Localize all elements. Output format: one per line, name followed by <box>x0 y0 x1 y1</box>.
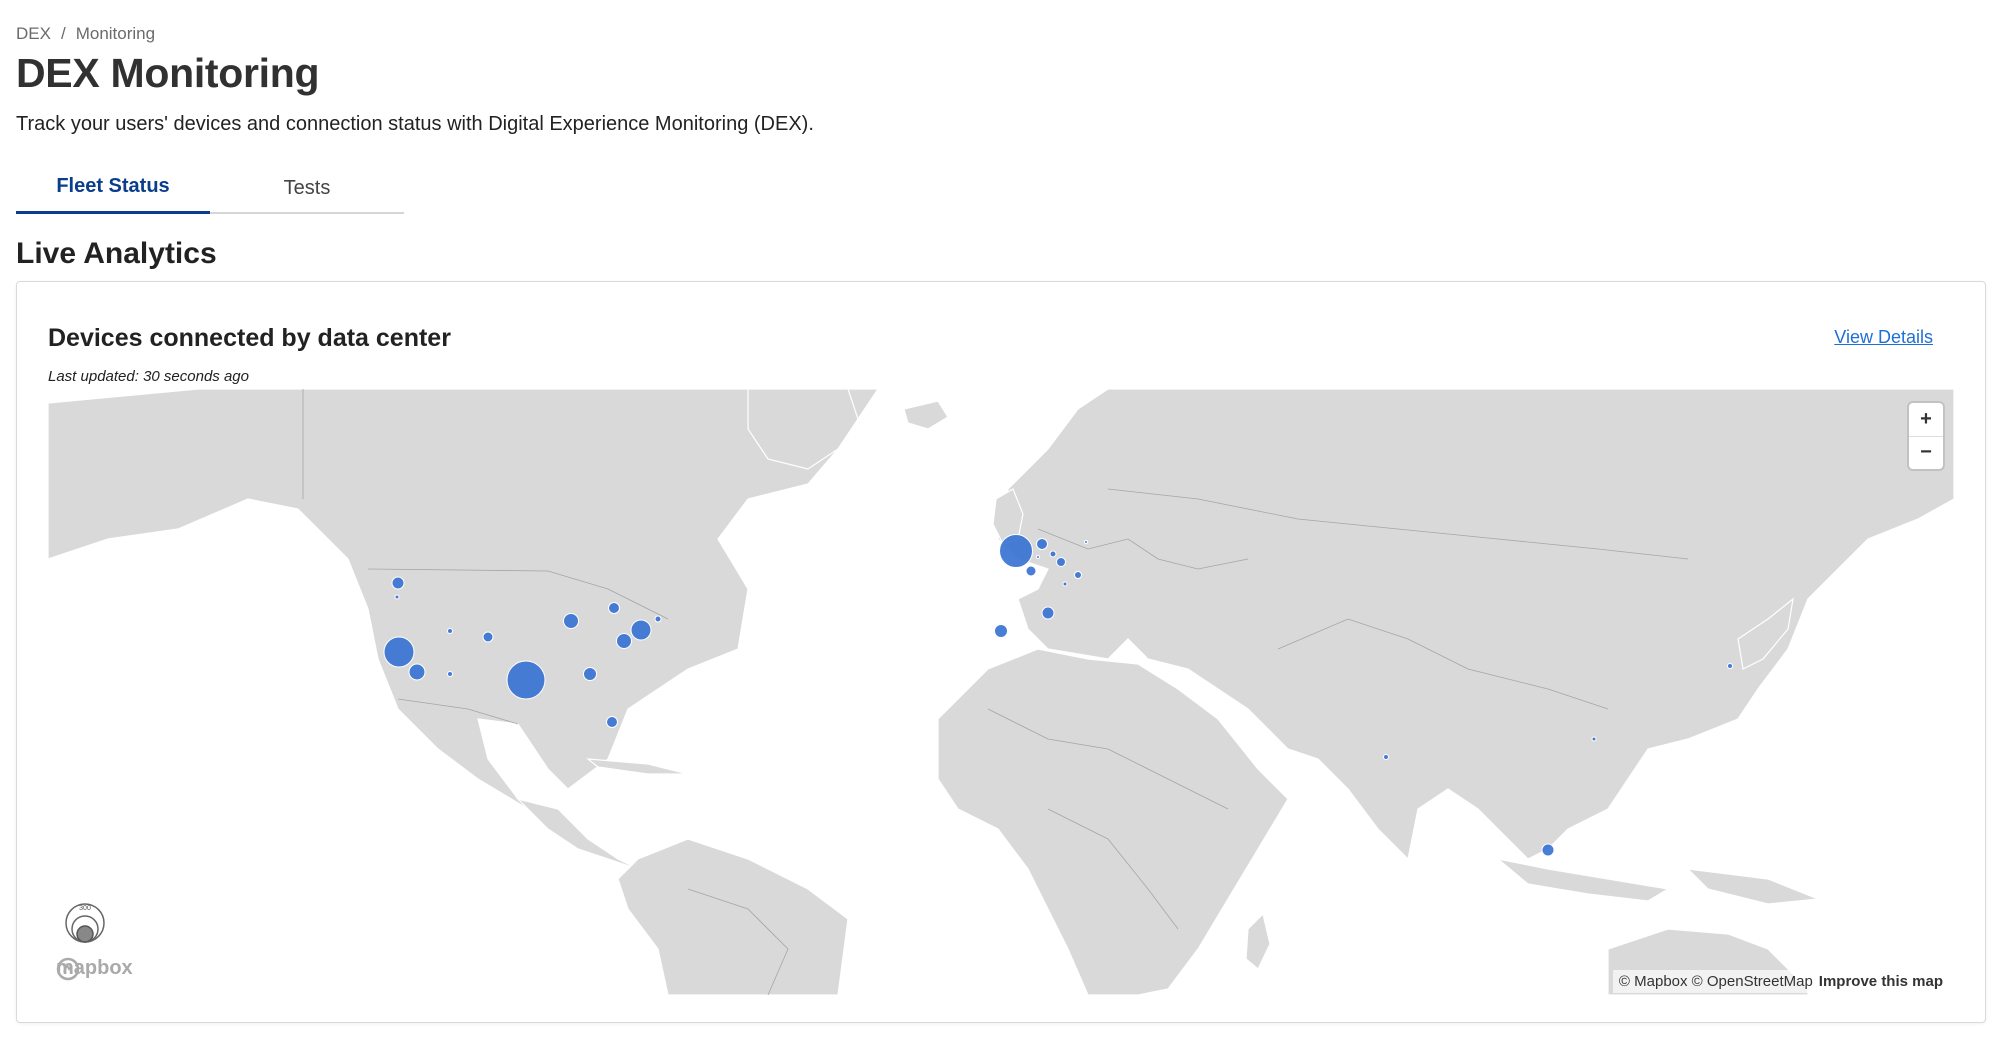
dc-bubble-milan <box>1074 571 1082 579</box>
legend-label: 300 <box>79 905 91 912</box>
land-caribbean <box>586 758 689 775</box>
dc-bubble-madrid <box>994 624 1008 638</box>
dc-bubble-tokyo <box>1727 663 1733 669</box>
card-title: Devices connected by data center <box>48 324 451 352</box>
dc-bubble-singapore <box>1541 843 1555 857</box>
bubble-size-legend-icon: 300 <box>65 903 105 943</box>
dc-bubble-miami <box>606 716 618 728</box>
land-new-guinea <box>1686 868 1819 905</box>
page-subtitle: Track your users' devices and connection… <box>16 113 814 135</box>
dc-bubble-san-jose <box>383 636 415 668</box>
tab-tests[interactable]: Tests <box>210 162 404 214</box>
dc-bubble-seattle <box>391 576 405 590</box>
section-title: Live Analytics <box>16 237 217 270</box>
dc-bubble-ashburn <box>616 633 632 649</box>
dc-bubble-zurich <box>1062 581 1068 587</box>
world-map[interactable]: + − 300 mapbox © Mapbox © OpenStreetMap … <box>48 389 1954 995</box>
dc-bubble-dallas <box>506 660 546 700</box>
map-canvas <box>48 389 1954 995</box>
dc-bubble-atlanta <box>583 667 597 681</box>
dc-bubble-los-angeles <box>408 663 426 681</box>
breadcrumb-monitoring: Monitoring <box>75 24 156 43</box>
improve-map-link[interactable]: Improve this map <box>1819 973 1943 990</box>
devices-map-card: Devices connected by data center View De… <box>16 281 1986 1023</box>
breadcrumb-separator: / <box>60 24 66 43</box>
view-details-link[interactable]: View Details <box>1834 327 1933 348</box>
dc-bubble-detroit <box>608 602 620 614</box>
dc-bubble-phoenix <box>447 671 453 677</box>
map-attribution: © Mapbox © OpenStreetMap Improve this ma… <box>1612 970 1949 993</box>
tab-fleet-status[interactable]: Fleet Status <box>16 162 210 214</box>
land-south-america <box>617 838 849 995</box>
breadcrumb-dex[interactable]: DEX <box>16 24 51 44</box>
dc-bubble-munich <box>1056 557 1066 567</box>
dc-bubble-salt-lake <box>447 628 453 634</box>
dc-bubble-frankfurt <box>1049 550 1057 558</box>
dc-bubble-boston <box>654 615 662 623</box>
mapbox-icon <box>56 957 80 981</box>
dc-bubble-london <box>999 534 1033 568</box>
dc-bubble-mumbai <box>1383 754 1389 760</box>
zoom-in-button[interactable]: + <box>1909 403 1943 436</box>
dc-bubble-brussels <box>1036 555 1040 559</box>
land-iceland <box>903 400 949 430</box>
dc-bubble-hong-kong <box>1591 736 1597 742</box>
zoom-out-button[interactable]: − <box>1909 435 1943 470</box>
page-title: DEX Monitoring <box>16 50 320 96</box>
bubble-size-legend: 300 <box>58 893 112 949</box>
land-madagascar <box>1245 912 1271 970</box>
dc-bubble-portland <box>394 594 400 600</box>
tab-bar: Fleet Status Tests <box>16 162 404 214</box>
dc-bubble-marseille <box>1041 606 1055 620</box>
attribution-text[interactable]: © Mapbox © OpenStreetMap <box>1619 973 1813 990</box>
land-central-america <box>516 797 639 870</box>
land-indonesia <box>1497 858 1670 902</box>
dc-bubble-new-york <box>630 619 652 641</box>
dc-bubble-copenhagen <box>1084 540 1088 544</box>
zoom-control: + − <box>1909 403 1943 469</box>
breadcrumb: DEX / Monitoring <box>16 24 155 44</box>
dc-bubble-paris <box>1025 565 1037 577</box>
last-updated-text: Last updated: 30 seconds ago <box>48 368 249 385</box>
dc-bubble-amsterdam <box>1036 538 1048 550</box>
dc-bubble-chicago <box>563 613 579 629</box>
dc-bubble-denver <box>482 631 494 643</box>
land-north-america <box>48 389 879 835</box>
mapbox-logo[interactable]: mapbox <box>56 957 133 981</box>
